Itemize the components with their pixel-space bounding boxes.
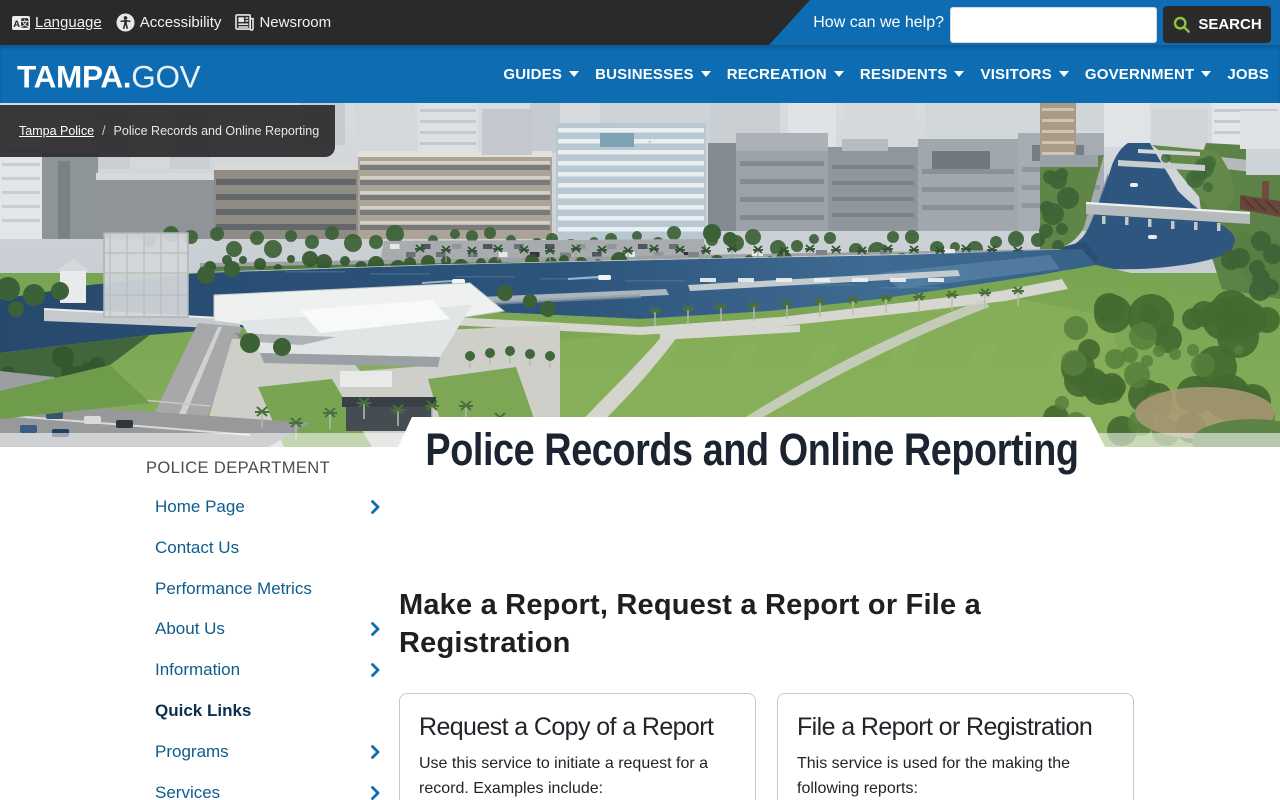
svg-text:◦: ◦ [648, 137, 652, 148]
svg-text:文: 文 [21, 17, 29, 27]
svg-text:A: A [13, 18, 20, 29]
